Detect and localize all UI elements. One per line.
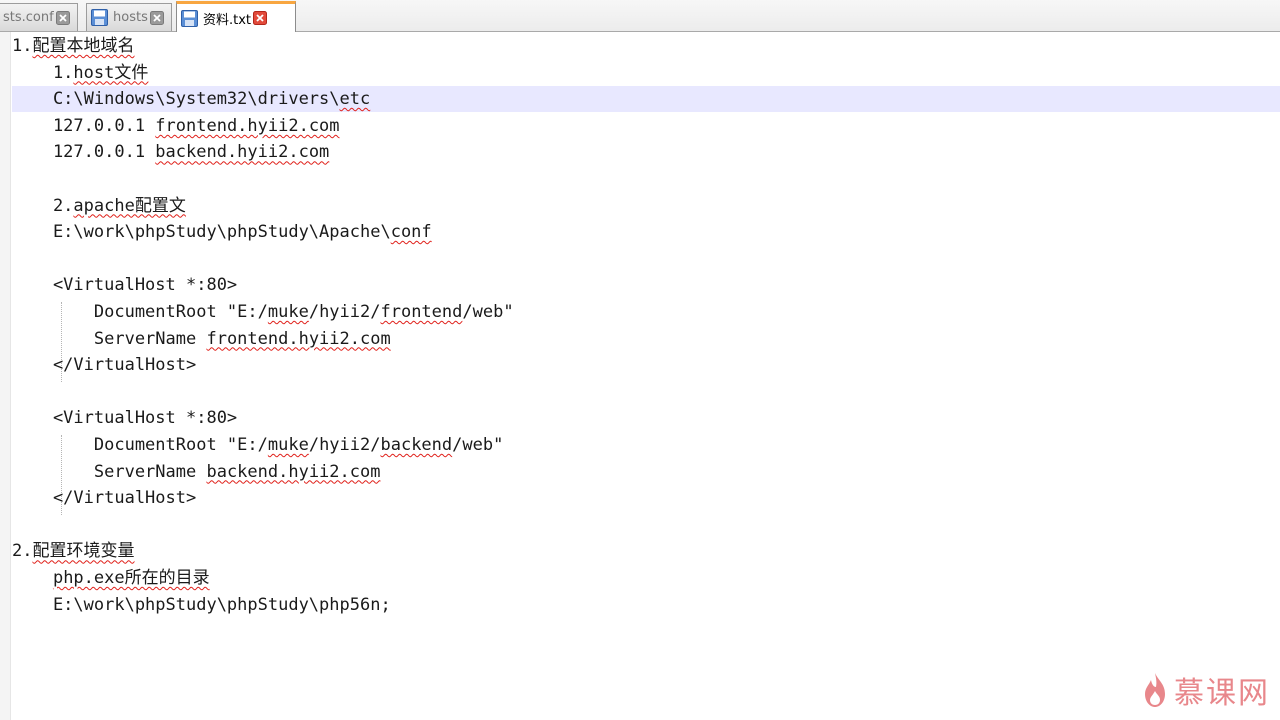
text-segment: </VirtualHost> xyxy=(12,488,197,509)
text-segment: ServerName xyxy=(12,461,207,482)
text-segment: 2. xyxy=(12,195,74,216)
text-segment: 1. xyxy=(12,62,74,83)
current-line[interactable]: C:\Windows\System32\drivers\etc xyxy=(12,86,1280,113)
text-segment: </VirtualHost> xyxy=(12,355,197,376)
text-line[interactable]: 2.apache配置文 xyxy=(12,193,186,219)
tab-label: 资料.txt xyxy=(203,12,252,28)
tab-bar: sts.conf hosts 资料.txt xyxy=(0,0,1280,32)
text-line[interactable]: E:\work\phpStudy\phpStudy\Apache\conf xyxy=(12,219,432,245)
misspelled-word: backend.hyii2.com xyxy=(155,142,330,163)
text-segment: <VirtualHost *:80> xyxy=(12,275,238,296)
editor-margin xyxy=(0,32,11,720)
text-line[interactable]: </VirtualHost> xyxy=(12,352,196,378)
text-line[interactable]: <VirtualHost *:80> xyxy=(12,405,237,431)
text-segment xyxy=(12,568,53,588)
text-line[interactable]: 127.0.0.1 frontend.hyii2.com xyxy=(12,113,340,139)
misspelled-word: frontend.hyii2.com xyxy=(155,115,340,136)
tab-hosts[interactable]: hosts xyxy=(86,3,172,31)
text-line[interactable]: </VirtualHost> xyxy=(12,485,196,511)
tab-sts-conf[interactable]: sts.conf xyxy=(0,3,78,31)
text-segment: <VirtualHost *:80> xyxy=(12,408,238,429)
close-icon[interactable] xyxy=(149,10,164,25)
tab-ziliao-txt[interactable]: 资料.txt xyxy=(176,1,296,32)
flame-icon xyxy=(1145,673,1165,707)
text-line[interactable]: ServerName frontend.hyii2.com xyxy=(12,326,391,352)
close-icon[interactable] xyxy=(55,10,70,25)
close-icon[interactable] xyxy=(253,11,268,25)
misspelled-word: conf xyxy=(390,222,432,243)
text-line[interactable]: E:\work\phpStudy\phpStudy\php56n; xyxy=(12,592,391,618)
text-segment: E:\work\phpStudy\phpStudy\Apache\ xyxy=(12,222,391,243)
text-segment: 127.0.0.1 xyxy=(12,142,156,163)
text-segment: E:\work\phpStudy\phpStudy\php56n; xyxy=(12,594,391,615)
text-line[interactable]: 1.host文件 xyxy=(12,60,148,86)
text-segment: DocumentRoot "E:/ xyxy=(12,302,268,322)
text-line[interactable]: DocumentRoot "E:/muke/hyii2/frontend/web… xyxy=(12,299,514,325)
text-editor[interactable]: 1.配置本地域名 1.host文件 C:\Windows\System32\dr… xyxy=(0,32,1280,720)
save-icon xyxy=(91,9,108,26)
misspelled-word: frontend xyxy=(380,302,463,322)
text-line[interactable]: 2.配置环境变量 xyxy=(12,538,134,564)
text-segment: 127.0.0.1 xyxy=(12,115,156,136)
text-segment: /hyii2/ xyxy=(308,435,381,455)
misspelled-word: muke xyxy=(267,302,309,322)
text-segment: /web" xyxy=(462,302,514,322)
misspelled-word: php.exe所在的目录 xyxy=(52,568,210,588)
misspelled-word: host文件 xyxy=(73,62,149,83)
misspelled-word: 配置本地域名 xyxy=(32,36,135,56)
text-line[interactable]: 1.配置本地域名 xyxy=(12,33,134,59)
tab-label: hosts xyxy=(113,10,148,25)
misspelled-word: backend.hyii2.com xyxy=(206,461,381,482)
text-segment: C:\Windows\System32\drivers\ xyxy=(12,89,340,110)
tab-label: sts.conf xyxy=(3,10,54,25)
misspelled-word: etc xyxy=(339,89,371,110)
text-segment: /hyii2/ xyxy=(308,302,381,322)
misspelled-word: backend xyxy=(380,435,453,455)
save-icon xyxy=(181,9,198,27)
text-line[interactable]: 127.0.0.1 backend.hyii2.com xyxy=(12,139,329,165)
text-line[interactable]: php.exe所在的目录 xyxy=(12,565,210,591)
misspelled-word: apache配置文 xyxy=(73,195,186,216)
text-segment: 2. xyxy=(12,541,33,562)
text-segment: ServerName xyxy=(12,328,207,349)
text-line[interactable]: <VirtualHost *:80> xyxy=(12,272,237,298)
text-line[interactable]: DocumentRoot "E:/muke/hyii2/backend/web" xyxy=(12,432,503,458)
watermark-text: 慕课网 xyxy=(1174,676,1270,711)
text-line[interactable]: ServerName backend.hyii2.com xyxy=(12,459,381,485)
text-segment: /web" xyxy=(452,435,504,455)
watermark-logo: 慕课网 xyxy=(1142,668,1270,712)
text-segment: DocumentRoot "E:/ xyxy=(12,435,268,455)
text-segment: 1. xyxy=(12,36,33,56)
notepad-window: sts.conf hosts 资料.txt 1.配置本地域名 1.host文件 … xyxy=(0,0,1280,720)
misspelled-word: muke xyxy=(267,435,309,455)
misspelled-word: frontend.hyii2.com xyxy=(206,328,391,349)
misspelled-word: 配置环境变量 xyxy=(32,541,135,562)
